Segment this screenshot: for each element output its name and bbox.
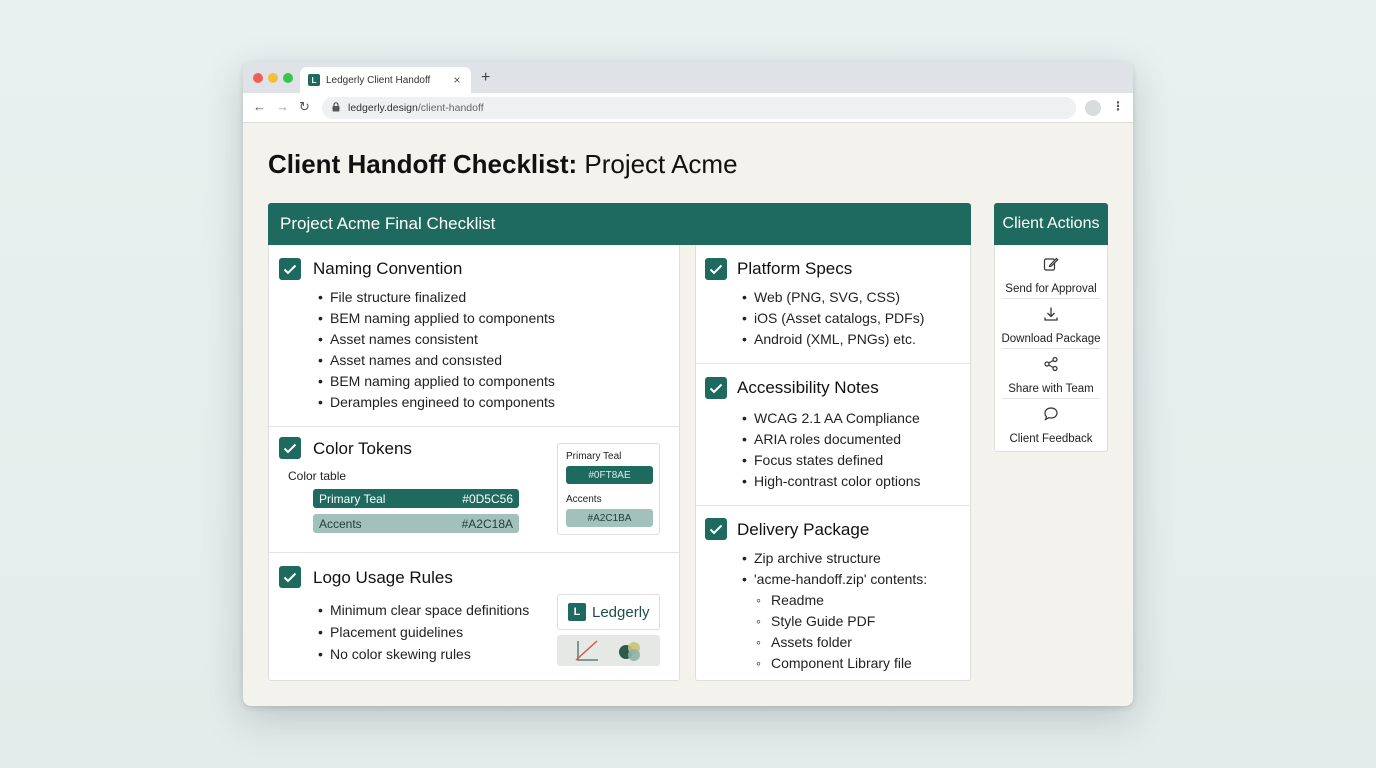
- color-row-primary: Primary Teal #0D5C56: [313, 489, 519, 508]
- logo-misuse-icons: [575, 640, 640, 661]
- platform-checkbox[interactable]: [705, 258, 727, 280]
- swatch-chip-accent: #A2C1BA: [566, 509, 653, 527]
- tab-title: Ledgerly Client Handoff: [326, 74, 431, 86]
- logo-rules-title: Logo Usage Rules: [313, 568, 453, 587]
- checklist-header: Project Acme Final Checklist: [268, 203, 971, 245]
- list-item: File structure finalized: [318, 287, 555, 308]
- send-for-approval-button[interactable]: Send for Approval: [994, 251, 1108, 301]
- list-item: 'acme-handoff.zip' contents:: [742, 569, 927, 590]
- ledgerly-logo-text: Ledgerly: [592, 603, 650, 621]
- color-tokens-checkbox[interactable]: [279, 437, 301, 459]
- reload-icon[interactable]: ↻: [299, 99, 310, 115]
- logo-rules-checkbox[interactable]: [279, 566, 301, 588]
- naming-checkbox[interactable]: [279, 258, 301, 280]
- share-icon: [994, 356, 1108, 377]
- divider: [696, 505, 970, 506]
- download-package-button[interactable]: Download Package: [994, 301, 1108, 351]
- action-label: Download Package: [1001, 333, 1101, 345]
- divider: [1002, 398, 1100, 399]
- list-item: Style Guide PDF: [742, 611, 927, 632]
- divider: [1002, 298, 1100, 299]
- list-item: Assets folder: [742, 632, 927, 653]
- client-actions-header: Client Actions: [994, 203, 1108, 245]
- ledgerly-logo-mark: L: [568, 603, 586, 621]
- back-arrow-icon[interactable]: ←: [253, 99, 266, 114]
- browser-window: L Ledgerly Client Handoff × + ← → ↻ ledg…: [243, 62, 1133, 706]
- edit-icon: [994, 256, 1108, 277]
- list-item: iOS (Asset catalogs, PDFs): [742, 308, 924, 329]
- list-item: Minimum clear space definitions: [318, 599, 529, 621]
- platform-list: Web (PNG, SVG, CSS) iOS (Asset catalogs,…: [742, 287, 924, 350]
- list-item: Android (XML, PNGs) etc.: [742, 329, 924, 350]
- divider: [269, 552, 679, 553]
- swatch-card: Primary Teal #0FT8AE Accents #A2C1BA: [557, 443, 660, 535]
- action-label: Send for Approval: [1005, 283, 1097, 295]
- delivery-checkbox[interactable]: [705, 518, 727, 540]
- list-item: Component Library file: [742, 653, 927, 674]
- naming-title: Naming Convention: [313, 259, 463, 278]
- list-item: No color skewing rules: [318, 643, 529, 665]
- swatch-label: Accents: [566, 494, 602, 505]
- tab-bar: L Ledgerly Client Handoff × +: [243, 62, 1133, 93]
- share-with-team-button[interactable]: Share with Team: [994, 351, 1108, 401]
- divider: [696, 363, 970, 364]
- kebab-menu-icon[interactable]: ⋮: [1112, 99, 1124, 113]
- forward-arrow-icon[interactable]: →: [276, 99, 289, 114]
- list-item: ARIA roles documented: [742, 429, 921, 450]
- swatch-label: Primary Teal: [566, 451, 622, 462]
- naming-list: File structure finalized BEM naming appl…: [318, 287, 555, 413]
- list-item: Focus states defined: [742, 450, 921, 471]
- browser-toolbar: ← → ↻ ledgerly.design/client-handoff ⋮: [243, 93, 1133, 123]
- platform-title: Platform Specs: [737, 259, 853, 278]
- color-table-label: Color table: [288, 469, 347, 483]
- list-item: Placement guidelines: [318, 621, 529, 643]
- page-title: Client Handoff Checklist: Project Acme: [268, 149, 738, 179]
- download-icon: [994, 306, 1108, 327]
- lock-icon: [332, 102, 340, 114]
- client-feedback-button[interactable]: Client Feedback: [994, 401, 1108, 451]
- color-row-accents: Accents #A2C18A: [313, 514, 519, 533]
- divider: [269, 426, 679, 427]
- favicon-icon: L: [308, 74, 320, 86]
- profile-avatar[interactable]: [1085, 100, 1101, 116]
- address-bar[interactable]: ledgerly.design/client-handoff: [322, 97, 1076, 119]
- list-item: Zip archive structure: [742, 548, 927, 569]
- action-label: Client Feedback: [1009, 433, 1093, 445]
- accessibility-title: Accessibility Notes: [737, 378, 879, 397]
- minimize-window-button[interactable]: [268, 73, 278, 83]
- browser-tab[interactable]: L Ledgerly Client Handoff ×: [300, 67, 471, 93]
- color-tokens-title: Color Tokens: [313, 439, 412, 458]
- list-item: Asset names consistent: [318, 329, 555, 350]
- logo-rules-list: Minimum clear space definitions Placemen…: [318, 599, 529, 665]
- delivery-title: Delivery Package: [737, 520, 870, 539]
- tab-close-icon[interactable]: ×: [451, 73, 463, 87]
- list-item: BEM naming applied to components: [318, 308, 555, 329]
- list-item: Web (PNG, SVG, CSS): [742, 287, 924, 308]
- accessibility-checkbox[interactable]: [705, 377, 727, 399]
- url-text: ledgerly.design/client-handoff: [348, 102, 484, 114]
- logo-misuse-examples: [557, 635, 660, 666]
- divider: [1002, 348, 1100, 349]
- close-window-button[interactable]: [253, 73, 263, 83]
- list-item: Readme: [742, 590, 927, 611]
- accessibility-list: WCAG 2.1 AA Compliance ARIA roles docume…: [742, 408, 921, 492]
- list-item: BEM naming applied to components: [318, 371, 555, 392]
- action-label: Share with Team: [1008, 383, 1094, 395]
- delivery-list: Zip archive structure 'acme-handoff.zip'…: [742, 548, 927, 674]
- chat-icon: [994, 406, 1108, 427]
- maximize-window-button[interactable]: [283, 73, 293, 83]
- logo-preview: L Ledgerly: [557, 594, 660, 630]
- swatch-chip-primary: #0FT8AE: [566, 466, 653, 484]
- list-item: Asset names and consısted: [318, 350, 555, 371]
- list-item: Deramples engineed to components: [318, 392, 555, 413]
- new-tab-icon[interactable]: +: [481, 69, 490, 87]
- list-item: High-contrast color options: [742, 471, 921, 492]
- list-item: WCAG 2.1 AA Compliance: [742, 408, 921, 429]
